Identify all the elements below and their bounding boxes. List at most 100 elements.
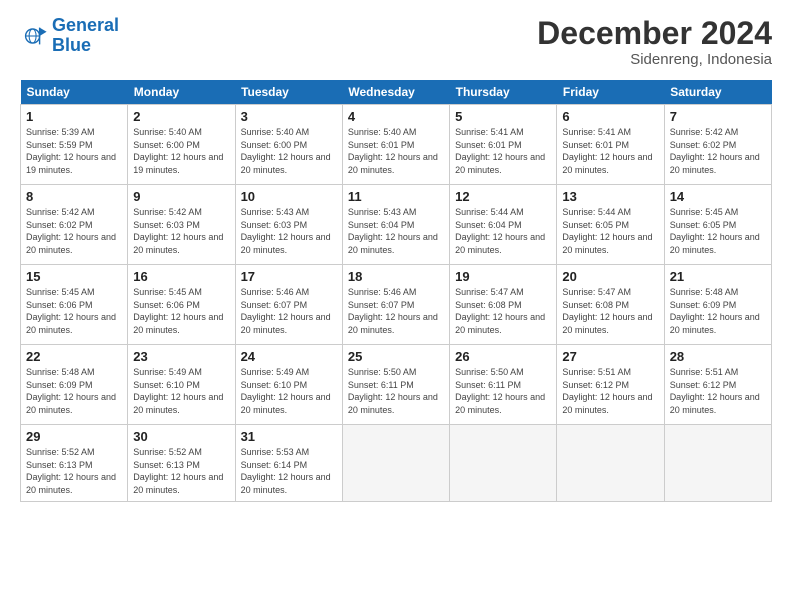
day-info: Sunrise: 5:40 AMSunset: 6:00 PMDaylight:… [241, 126, 337, 176]
calendar-row: 8 Sunrise: 5:42 AMSunset: 6:02 PMDaylight… [21, 185, 772, 265]
day-number: 17 [241, 269, 337, 284]
col-friday: Friday [557, 80, 664, 105]
day-number: 3 [241, 109, 337, 124]
table-row: 23 Sunrise: 5:49 AMSunset: 6:10 PMDayligh… [128, 345, 235, 425]
day-number: 18 [348, 269, 444, 284]
day-info: Sunrise: 5:52 AMSunset: 6:13 PMDaylight:… [26, 446, 122, 496]
table-row: 17 Sunrise: 5:46 AMSunset: 6:07 PMDayligh… [235, 265, 342, 345]
table-row: 30Sunrise: 5:52 AMSunset: 6:13 PMDayligh… [128, 425, 235, 501]
day-number: 15 [26, 269, 122, 284]
table-row: 14 Sunrise: 5:45 AMSunset: 6:05 PMDayligh… [664, 185, 771, 265]
day-info: Sunrise: 5:45 AMSunset: 6:06 PMDaylight:… [26, 286, 122, 336]
table-row: 27 Sunrise: 5:51 AMSunset: 6:12 PMDayligh… [557, 345, 664, 425]
day-number: 9 [133, 189, 229, 204]
day-number: 13 [562, 189, 658, 204]
day-info: Sunrise: 5:50 AMSunset: 6:11 PMDaylight:… [455, 366, 551, 416]
day-info: Sunrise: 5:41 AMSunset: 6:01 PMDaylight:… [562, 126, 658, 176]
table-row: 16 Sunrise: 5:45 AMSunset: 6:06 PMDayligh… [128, 265, 235, 345]
day-info: Sunrise: 5:50 AMSunset: 6:11 PMDaylight:… [348, 366, 444, 416]
day-number: 20 [562, 269, 658, 284]
day-info: Sunrise: 5:43 AMSunset: 6:04 PMDaylight:… [348, 206, 444, 256]
table-row: 28 Sunrise: 5:51 AMSunset: 6:12 PMDayligh… [664, 345, 771, 425]
table-row: 20 Sunrise: 5:47 AMSunset: 6:08 PMDayligh… [557, 265, 664, 345]
calendar-row: 1Sunrise: 5:39 AMSunset: 5:59 PMDaylight… [21, 105, 772, 185]
day-info: Sunrise: 5:45 AMSunset: 6:06 PMDaylight:… [133, 286, 229, 336]
header-row: Sunday Monday Tuesday Wednesday Thursday… [21, 80, 772, 105]
table-row: 6 Sunrise: 5:41 AMSunset: 6:01 PMDaylight… [557, 105, 664, 185]
table-row: 15 Sunrise: 5:45 AMSunset: 6:06 PMDayligh… [21, 265, 128, 345]
day-number: 14 [670, 189, 766, 204]
table-row: 21 Sunrise: 5:48 AMSunset: 6:09 PMDayligh… [664, 265, 771, 345]
col-saturday: Saturday [664, 80, 771, 105]
day-number: 27 [562, 349, 658, 364]
table-row: 11 Sunrise: 5:43 AMSunset: 6:04 PMDayligh… [342, 185, 449, 265]
day-number: 19 [455, 269, 551, 284]
table-row: 25Sunrise: 5:50 AMSunset: 6:11 PMDayligh… [342, 345, 449, 425]
col-sunday: Sunday [21, 80, 128, 105]
day-number: 5 [455, 109, 551, 124]
day-info: Sunrise: 5:48 AMSunset: 6:09 PMDaylight:… [670, 286, 766, 336]
day-info: Sunrise: 5:41 AMSunset: 6:01 PMDaylight:… [455, 126, 551, 176]
table-row: 1Sunrise: 5:39 AMSunset: 5:59 PMDaylight… [21, 105, 128, 185]
day-info: Sunrise: 5:40 AMSunset: 6:01 PMDaylight:… [348, 126, 444, 176]
day-info: Sunrise: 5:48 AMSunset: 6:09 PMDaylight:… [26, 366, 122, 416]
day-info: Sunrise: 5:51 AMSunset: 6:12 PMDaylight:… [670, 366, 766, 416]
day-info: Sunrise: 5:42 AMSunset: 6:02 PMDaylight:… [670, 126, 766, 176]
table-row [557, 425, 664, 501]
day-info: Sunrise: 5:49 AMSunset: 6:10 PMDaylight:… [133, 366, 229, 416]
table-row: 13 Sunrise: 5:44 AMSunset: 6:05 PMDayligh… [557, 185, 664, 265]
day-info: Sunrise: 5:44 AMSunset: 6:04 PMDaylight:… [455, 206, 551, 256]
day-number: 21 [670, 269, 766, 284]
calendar-subtitle: Sidenreng, Indonesia [537, 51, 772, 68]
logo-text2: Blue [52, 36, 119, 56]
day-number: 4 [348, 109, 444, 124]
table-row: 29Sunrise: 5:52 AMSunset: 6:13 PMDayligh… [21, 425, 128, 501]
page-container: General Blue December 2024 Sidenreng, In… [0, 0, 792, 512]
day-number: 22 [26, 349, 122, 364]
day-number: 23 [133, 349, 229, 364]
day-number: 16 [133, 269, 229, 284]
day-number: 24 [241, 349, 337, 364]
day-info: Sunrise: 5:49 AMSunset: 6:10 PMDaylight:… [241, 366, 337, 416]
table-row: 19Sunrise: 5:47 AMSunset: 6:08 PMDayligh… [450, 265, 557, 345]
day-info: Sunrise: 5:46 AMSunset: 6:07 PMDaylight:… [241, 286, 337, 336]
day-info: Sunrise: 5:45 AMSunset: 6:05 PMDaylight:… [670, 206, 766, 256]
table-row: 22 Sunrise: 5:48 AMSunset: 6:09 PMDayligh… [21, 345, 128, 425]
calendar-table: Sunday Monday Tuesday Wednesday Thursday… [20, 80, 772, 501]
page-header: General Blue December 2024 Sidenreng, In… [20, 16, 772, 68]
day-number: 10 [241, 189, 337, 204]
table-row: 3 Sunrise: 5:40 AMSunset: 6:00 PMDaylight… [235, 105, 342, 185]
day-number: 28 [670, 349, 766, 364]
day-info: Sunrise: 5:42 AMSunset: 6:03 PMDaylight:… [133, 206, 229, 256]
day-info: Sunrise: 5:39 AMSunset: 5:59 PMDaylight:… [26, 126, 122, 176]
day-info: Sunrise: 5:40 AMSunset: 6:00 PMDaylight:… [133, 126, 229, 176]
calendar-row: 29Sunrise: 5:52 AMSunset: 6:13 PMDayligh… [21, 425, 772, 501]
day-number: 11 [348, 189, 444, 204]
table-row: 24 Sunrise: 5:49 AMSunset: 6:10 PMDayligh… [235, 345, 342, 425]
table-row: 26Sunrise: 5:50 AMSunset: 6:11 PMDayligh… [450, 345, 557, 425]
day-info: Sunrise: 5:42 AMSunset: 6:02 PMDaylight:… [26, 206, 122, 256]
day-info: Sunrise: 5:43 AMSunset: 6:03 PMDaylight:… [241, 206, 337, 256]
col-monday: Monday [128, 80, 235, 105]
calendar-title: December 2024 [537, 16, 772, 51]
day-info: Sunrise: 5:47 AMSunset: 6:08 PMDaylight:… [562, 286, 658, 336]
day-number: 2 [133, 109, 229, 124]
col-thursday: Thursday [450, 80, 557, 105]
day-info: Sunrise: 5:51 AMSunset: 6:12 PMDaylight:… [562, 366, 658, 416]
day-info: Sunrise: 5:44 AMSunset: 6:05 PMDaylight:… [562, 206, 658, 256]
table-row [342, 425, 449, 501]
logo-text: General [52, 16, 119, 36]
table-row: 9 Sunrise: 5:42 AMSunset: 6:03 PMDaylight… [128, 185, 235, 265]
day-info: Sunrise: 5:53 AMSunset: 6:14 PMDaylight:… [241, 446, 337, 496]
logo: General Blue [20, 16, 119, 56]
logo-icon [20, 22, 48, 50]
table-row [450, 425, 557, 501]
day-number: 6 [562, 109, 658, 124]
table-row: 12 Sunrise: 5:44 AMSunset: 6:04 PMDayligh… [450, 185, 557, 265]
day-number: 8 [26, 189, 122, 204]
calendar-row: 15 Sunrise: 5:45 AMSunset: 6:06 PMDayligh… [21, 265, 772, 345]
day-number: 7 [670, 109, 766, 124]
table-row [664, 425, 771, 501]
day-number: 12 [455, 189, 551, 204]
table-row: 2 Sunrise: 5:40 AMSunset: 6:00 PMDaylight… [128, 105, 235, 185]
